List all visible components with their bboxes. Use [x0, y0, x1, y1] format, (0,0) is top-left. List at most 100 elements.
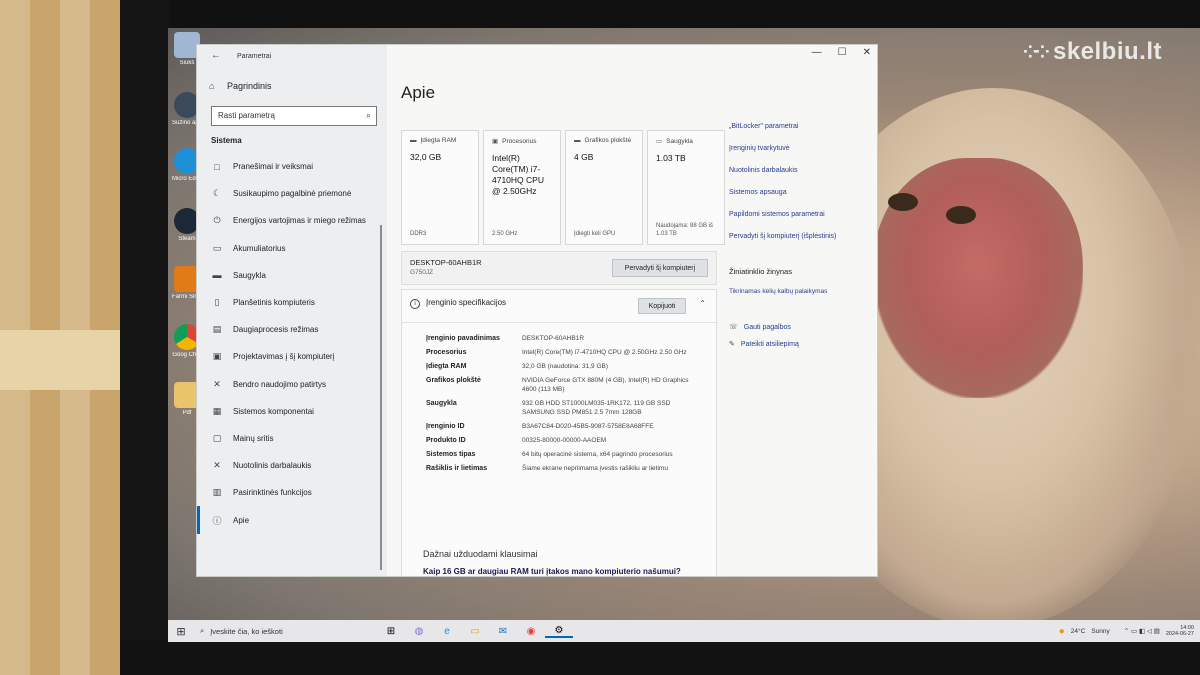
spec-tiles: ▬ Įdiegta RAM 32,0 GB DDR3 ▣ Procesorius I… [401, 130, 725, 245]
minimize-button[interactable]: — [812, 47, 822, 58]
faq-link[interactable]: Kaip 16 GB ar daugiau RAM turi įtakos ma… [423, 567, 681, 576]
get-help-link[interactable]: ☏ Gauti pagalbos [729, 323, 791, 331]
monitor-bezel-left [120, 0, 170, 675]
search-icon: ⌕ [200, 626, 205, 635]
taskbar-app-copilot[interactable]: ◍ [405, 626, 433, 637]
link-remote-desktop[interactable]: Nuotolinis darbalaukis [729, 166, 869, 188]
link-language-support[interactable]: Tikrinamas kelių kalbų palaikymas [729, 288, 827, 295]
info-icon: ⓘ [212, 515, 222, 526]
notifications-icon: □ [214, 161, 220, 172]
weather-temp[interactable]: 24°C [1071, 628, 1086, 635]
taskbar-app-edge[interactable]: e [433, 626, 461, 637]
device-name-card: DESKTOP-60AHB1R G750JZ Pervadyti šį komp… [401, 251, 717, 285]
home-icon: ⌂ [209, 81, 215, 91]
spec-row: Įrenginio pavadinimas DESKTOP-60AHB1R [426, 335, 585, 342]
link-bitlocker[interactable]: „BitLocker" parametrai [729, 122, 869, 144]
power-icon: ⏻ [213, 215, 221, 226]
taskbar-search[interactable]: ⌕ Įveskite čia, ko ieškoti [194, 622, 359, 640]
spec-row: Grafikos plokštė NVIDIA GeForce GTX 880M … [426, 377, 689, 393]
rename-pc-button[interactable]: Pervadyti šį kompiuterį [612, 259, 708, 277]
sidebar-item-multitasking[interactable]: ▤ Daugiaprocesis režimas [197, 316, 383, 343]
ram-icon: ▬ [410, 137, 417, 144]
sidebar-scrollbar[interactable] [380, 225, 382, 570]
spec-row: Procesorius Intel(R) Core(TM) i7-4710HQ C… [426, 349, 687, 356]
sidebar-item-clipboard[interactable]: ▢ Mainų sritis [197, 425, 383, 452]
spec-row: Produkto ID 00325-80000-00000-AAOEM [426, 437, 607, 444]
page-title: Apie [401, 83, 436, 102]
sidebar-item-notifications[interactable]: □ Pranešimai ir veiksmai [197, 153, 383, 180]
feedback-icon: ✎ [729, 341, 735, 348]
device-spec-card: i Įrenginio specifikacijos Kopijuoti ⌃ Įr… [401, 289, 718, 576]
wallpaper-monkey-eye [946, 206, 976, 224]
copy-button[interactable]: Kopijuoti [638, 298, 686, 314]
taskbar-app-mail[interactable]: ✉ [489, 626, 517, 637]
settings-sidebar: ← Parametrai ⌂ Pagrindinis Rasti parametr… [197, 45, 387, 576]
sidebar-item-focus-assist[interactable]: ☾ Susikaupimo pagalbinė priemonė [197, 180, 383, 207]
sidebar-item-storage[interactable]: ▬ Saugykla [197, 262, 383, 289]
clock[interactable]: 14:00 2024-06-27 [1166, 625, 1194, 637]
link-system-protection[interactable]: Sistemos apsauga [729, 188, 869, 210]
photo-background-left [0, 0, 135, 675]
wallpaper-monkey-eye [888, 193, 918, 211]
taskbar-app-chrome[interactable]: ◉ [517, 626, 545, 637]
settings-window: ← Parametrai ⌂ Pagrindinis Rasti parametr… [196, 44, 878, 577]
sidebar-item-projecting[interactable]: ▣ Projektavimas į šį kompiuterį [197, 343, 383, 370]
give-feedback-link[interactable]: ✎ Pateikti atsiliepimą [729, 340, 799, 348]
device-name: DESKTOP-60AHB1R [410, 258, 482, 267]
home-nav-item[interactable]: ⌂ Pagrindinis [209, 81, 272, 91]
maximize-button[interactable]: ☐ [838, 47, 847, 58]
back-arrow-icon[interactable]: ← [211, 50, 221, 61]
sidebar-item-shared-experiences[interactable]: ✕ Bendro naudojimo patirtys [197, 371, 383, 398]
link-device-manager[interactable]: Įrenginių tvarkytuvė [729, 144, 869, 166]
sidebar-item-power-sleep[interactable]: ⏻ Energijos vartojimas ir miego režimas [197, 207, 383, 234]
sidebar-item-remote-desktop[interactable]: ✕ Nuotolinis darbalaukis [197, 452, 383, 479]
close-button[interactable]: ✕ [863, 47, 871, 58]
tray-icons[interactable]: ⌃ ▭ ◧ ◁ ▤ [1124, 627, 1160, 635]
monitor-bezel-bottom [120, 640, 1200, 675]
window-title: Parametrai [237, 53, 272, 60]
sidebar-item-optional-features[interactable]: ▥ Pasirinktinės funkcijos [197, 479, 383, 506]
link-advanced-system-settings[interactable]: Papildomi sistemos parametrai [729, 210, 869, 232]
start-button[interactable]: ⊞ [168, 625, 194, 638]
taskbar-app-settings[interactable]: ⚙ [545, 625, 573, 638]
spec-row: Rašiklis ir lietimas Šiame ekrane nepriim… [426, 465, 668, 472]
task-view-button[interactable]: ⊞ [377, 626, 405, 637]
faq-title: Dažnai užduodami klausimai [423, 549, 538, 559]
divider [402, 322, 718, 323]
sidebar-item-battery[interactable]: ▭ Akumuliatorius [197, 235, 383, 262]
photo-stripe [0, 330, 135, 390]
sidebar-item-tablet[interactable]: ▯ Planšetinis kompiuteris [197, 289, 383, 316]
weather-text[interactable]: Sunny [1091, 628, 1109, 635]
link-rename-pc-advanced[interactable]: Pervadyti šį kompiuterį (išplėstinis) [729, 232, 869, 254]
graphics-card-icon: ▬ [574, 137, 581, 144]
spec-header[interactable]: i Įrenginio specifikacijos [410, 298, 506, 309]
sidebar-item-about[interactable]: ⓘ Apie [197, 506, 383, 534]
info-icon: i [410, 299, 420, 309]
tablet-icon: ▯ [214, 297, 220, 308]
spec-row: Sistemos tipas 64 bitų operacinė sistema,… [426, 451, 673, 458]
storage-icon: ▭ [656, 138, 663, 145]
spec-rows: Įrenginio pavadinimas DESKTOP-60AHB1R Pro… [426, 334, 710, 478]
projecting-icon: ▣ [212, 351, 222, 362]
skelbiu-watermark: ⁘⁘ skelbiu.lt [1022, 38, 1162, 65]
taskbar: ⊞ ⌕ Įveskite čia, ko ieškoti ⊞ ◍ e ▭ ✉ ◉ … [168, 620, 1200, 642]
shared-experiences-icon: ✕ [213, 378, 221, 389]
taskbar-app-explorer[interactable]: ▭ [461, 626, 489, 637]
sun-icon: ● [1058, 625, 1065, 637]
multitasking-icon: ▤ [212, 324, 222, 335]
battery-icon: ▭ [212, 242, 222, 253]
chevron-up-icon[interactable]: ⌃ [699, 299, 706, 308]
tile-graphics: ▬ Grafikos plokštė 4 GB Įdiegti keli GPU [565, 130, 643, 245]
settings-main: — ☐ ✕ Apie ▬ Įdiegta RAM 32,0 GB DDR3 ▣ Pr… [387, 45, 877, 576]
spec-row: Įrenginio ID B3A67C84-D020-45B5-9087-5758… [426, 423, 654, 430]
sidebar-nav: □ Pranešimai ir veiksmai ☾ Susikaupimo pag… [197, 153, 383, 534]
spec-row: Saugykla 932 GB HDD ST1000LM035-1RK172, 1… [426, 400, 671, 416]
system-components-icon: ▦ [212, 405, 222, 416]
remote-desktop-icon: ✕ [213, 460, 221, 471]
sidebar-item-system-components[interactable]: ▦ Sistemos komponentai [197, 398, 383, 425]
settings-search-input[interactable]: Rasti parametrą ⌕ [211, 106, 377, 126]
system-tray: ● 24°C Sunny ⌃ ▭ ◧ ◁ ▤ 14:00 2024-06-27 [1059, 625, 1200, 637]
clipboard-icon: ▢ [212, 432, 222, 443]
web-help-title: Žiniatinklio žinynas [729, 267, 792, 276]
search-icon: ⌕ [365, 110, 371, 120]
